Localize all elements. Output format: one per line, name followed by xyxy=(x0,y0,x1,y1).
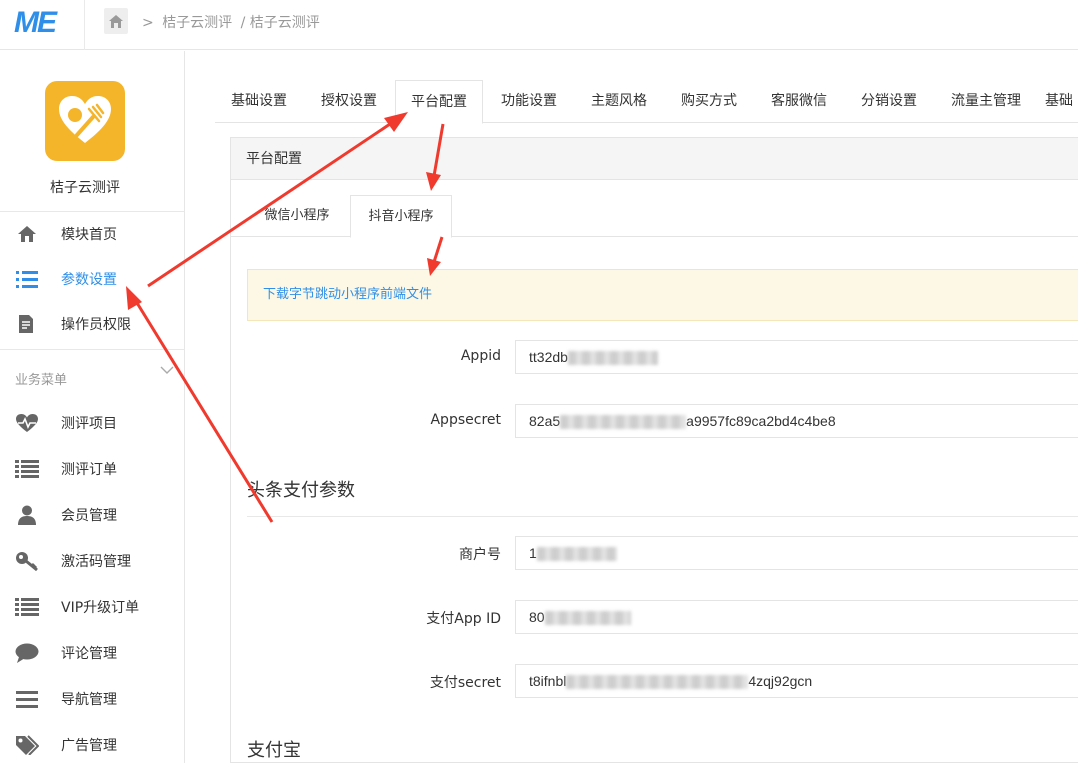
list-icon xyxy=(14,270,40,288)
input-value: 80 xyxy=(529,609,545,625)
tab-purchase-method[interactable]: 购买方式 xyxy=(665,80,753,123)
input-value: 4zqj92gcn xyxy=(748,673,813,689)
redacted-value xyxy=(560,415,687,430)
tab-auth-settings[interactable]: 授权设置 xyxy=(305,80,393,123)
redacted-value xyxy=(566,675,749,690)
tab-feature-settings[interactable]: 功能设置 xyxy=(485,80,573,123)
divider xyxy=(0,349,185,350)
input-value: 1 xyxy=(529,545,537,561)
tab-basic-more[interactable]: 基础 xyxy=(1045,80,1078,123)
tab-customer-service-wechat[interactable]: 客服微信 xyxy=(755,80,843,123)
breadcrumb-item: / 桔子云测评 xyxy=(240,15,320,31)
comment-icon xyxy=(14,643,40,663)
redacted-value xyxy=(567,351,658,366)
sidebar-item-ad-management[interactable]: 广告管理 xyxy=(0,723,185,767)
document-edit-icon xyxy=(14,314,40,334)
top-bar: ME > 桔子云测评 / 桔子云测评 xyxy=(0,0,1078,50)
divider xyxy=(84,0,85,50)
pay-appid-input[interactable]: 80 xyxy=(515,600,1078,634)
tab-traffic-master[interactable]: 流量主管理 xyxy=(941,80,1031,123)
sidebar-item-label: 导航管理 xyxy=(61,692,117,708)
tab-douyin-miniprogram[interactable]: 抖音小程序 xyxy=(350,195,452,238)
logo[interactable]: ME xyxy=(14,6,57,40)
list-lines-icon xyxy=(14,460,40,478)
appsecret-label: Appsecret xyxy=(430,412,501,428)
sidebar-item-operator-permissions[interactable]: 操作员权限 xyxy=(0,302,185,346)
menu-group-title: 业务菜单 xyxy=(15,373,68,388)
main-content: 基础设置 授权设置 平台配置 功能设置 主题风格 购买方式 客服微信 分销设置 … xyxy=(215,80,1078,763)
input-value: 82a5 xyxy=(529,413,561,429)
tab-platform-config[interactable]: 平台配置 xyxy=(395,80,483,124)
settings-tabs: 基础设置 授权设置 平台配置 功能设置 主题风格 购买方式 客服微信 分销设置 … xyxy=(215,80,1078,124)
breadcrumb-separator: > xyxy=(142,15,154,31)
sidebar-item-label: 评论管理 xyxy=(61,646,117,662)
input-value: tt32db xyxy=(529,349,568,365)
input-value: t8ifnbl xyxy=(529,673,567,689)
sidebar-item-label: 测评订单 xyxy=(61,462,117,478)
chevron-down-icon[interactable] xyxy=(160,363,174,379)
menu-icon xyxy=(14,690,40,708)
pay-secret-label: 支付secret xyxy=(429,675,501,691)
platform-config-panel: 平台配置 微信小程序 抖音小程序 下载字节跳动小程序前端文件 Appid tt3… xyxy=(230,137,1078,763)
notice-banner: 下载字节跳动小程序前端文件 xyxy=(247,269,1078,321)
key-icon xyxy=(14,551,40,571)
download-frontend-link[interactable]: 下载字节跳动小程序前端文件 xyxy=(263,287,432,302)
heartbeat-icon xyxy=(14,413,40,433)
sidebar-item-label: 激活码管理 xyxy=(61,554,131,570)
tags-icon xyxy=(14,735,40,755)
sidebar-item-label: 会员管理 xyxy=(61,508,117,524)
sidebar-item-assessment-projects[interactable]: 测评项目 xyxy=(0,401,185,445)
sidebar-item-label: 模块首页 xyxy=(61,227,117,243)
app-name: 桔子云测评 xyxy=(50,180,120,196)
sidebar-item-member-management[interactable]: 会员管理 xyxy=(0,493,185,537)
sidebar-item-activation-codes[interactable]: 激活码管理 xyxy=(0,539,185,583)
platform-subtabs: 微信小程序 抖音小程序 xyxy=(231,195,1078,238)
sidebar-item-vip-upgrade-orders[interactable]: VIP升级订单 xyxy=(0,585,185,629)
breadcrumb-item[interactable]: 桔子云测评 xyxy=(162,15,232,31)
sidebar-item-label: 参数设置 xyxy=(61,272,117,288)
redacted-value xyxy=(536,547,617,562)
redacted-value xyxy=(544,611,631,626)
tab-distribution-settings[interactable]: 分销设置 xyxy=(845,80,933,123)
breadcrumb: > 桔子云测评 / 桔子云测评 xyxy=(142,12,324,32)
appid-label: Appid xyxy=(460,348,501,364)
sidebar-item-assessment-orders[interactable]: 测评订单 xyxy=(0,447,185,491)
tab-wechat-miniprogram[interactable]: 微信小程序 xyxy=(247,195,347,237)
sidebar: 桔子云测评 模块首页 参数设置 操作员权限 业务菜单 测评项目 测评订单 会员管… xyxy=(0,51,185,763)
heart-fork-icon xyxy=(45,81,125,161)
home-button[interactable] xyxy=(104,8,128,34)
pay-secret-input[interactable]: t8ifnbl 4zqj92gcn xyxy=(515,664,1078,698)
divider xyxy=(247,516,1078,517)
panel-title: 平台配置 xyxy=(231,138,1078,180)
user-icon xyxy=(14,505,40,525)
sidebar-item-param-settings[interactable]: 参数设置 xyxy=(0,257,185,301)
appid-input[interactable]: tt32db xyxy=(515,340,1078,374)
list-lines-icon xyxy=(14,598,40,616)
sidebar-item-comment-management[interactable]: 评论管理 xyxy=(0,631,185,675)
merchant-id-input[interactable]: 1 xyxy=(515,536,1078,570)
merchant-id-label: 商户号 xyxy=(459,547,501,563)
section-title-toutiao-pay: 头条支付参数 xyxy=(247,480,355,501)
sidebar-item-module-home[interactable]: 模块首页 xyxy=(0,212,185,256)
sidebar-item-label: 广告管理 xyxy=(61,738,117,754)
tab-basic-settings[interactable]: 基础设置 xyxy=(215,80,303,123)
sidebar-item-label: 测评项目 xyxy=(61,416,117,432)
tab-theme-style[interactable]: 主题风格 xyxy=(575,80,663,123)
home-icon xyxy=(14,225,40,243)
pay-appid-label: 支付App ID xyxy=(426,611,501,627)
input-value: a9957fc89ca2bd4c4be8 xyxy=(686,413,836,429)
sidebar-item-label: VIP升级订单 xyxy=(61,600,140,616)
home-icon xyxy=(109,14,123,28)
sidebar-item-navigation-management[interactable]: 导航管理 xyxy=(0,677,185,721)
sidebar-item-label: 操作员权限 xyxy=(61,317,131,333)
appsecret-input[interactable]: 82a5 a9957fc89ca2bd4c4be8 xyxy=(515,404,1078,438)
section-title-alipay: 支付宝 xyxy=(247,740,301,761)
